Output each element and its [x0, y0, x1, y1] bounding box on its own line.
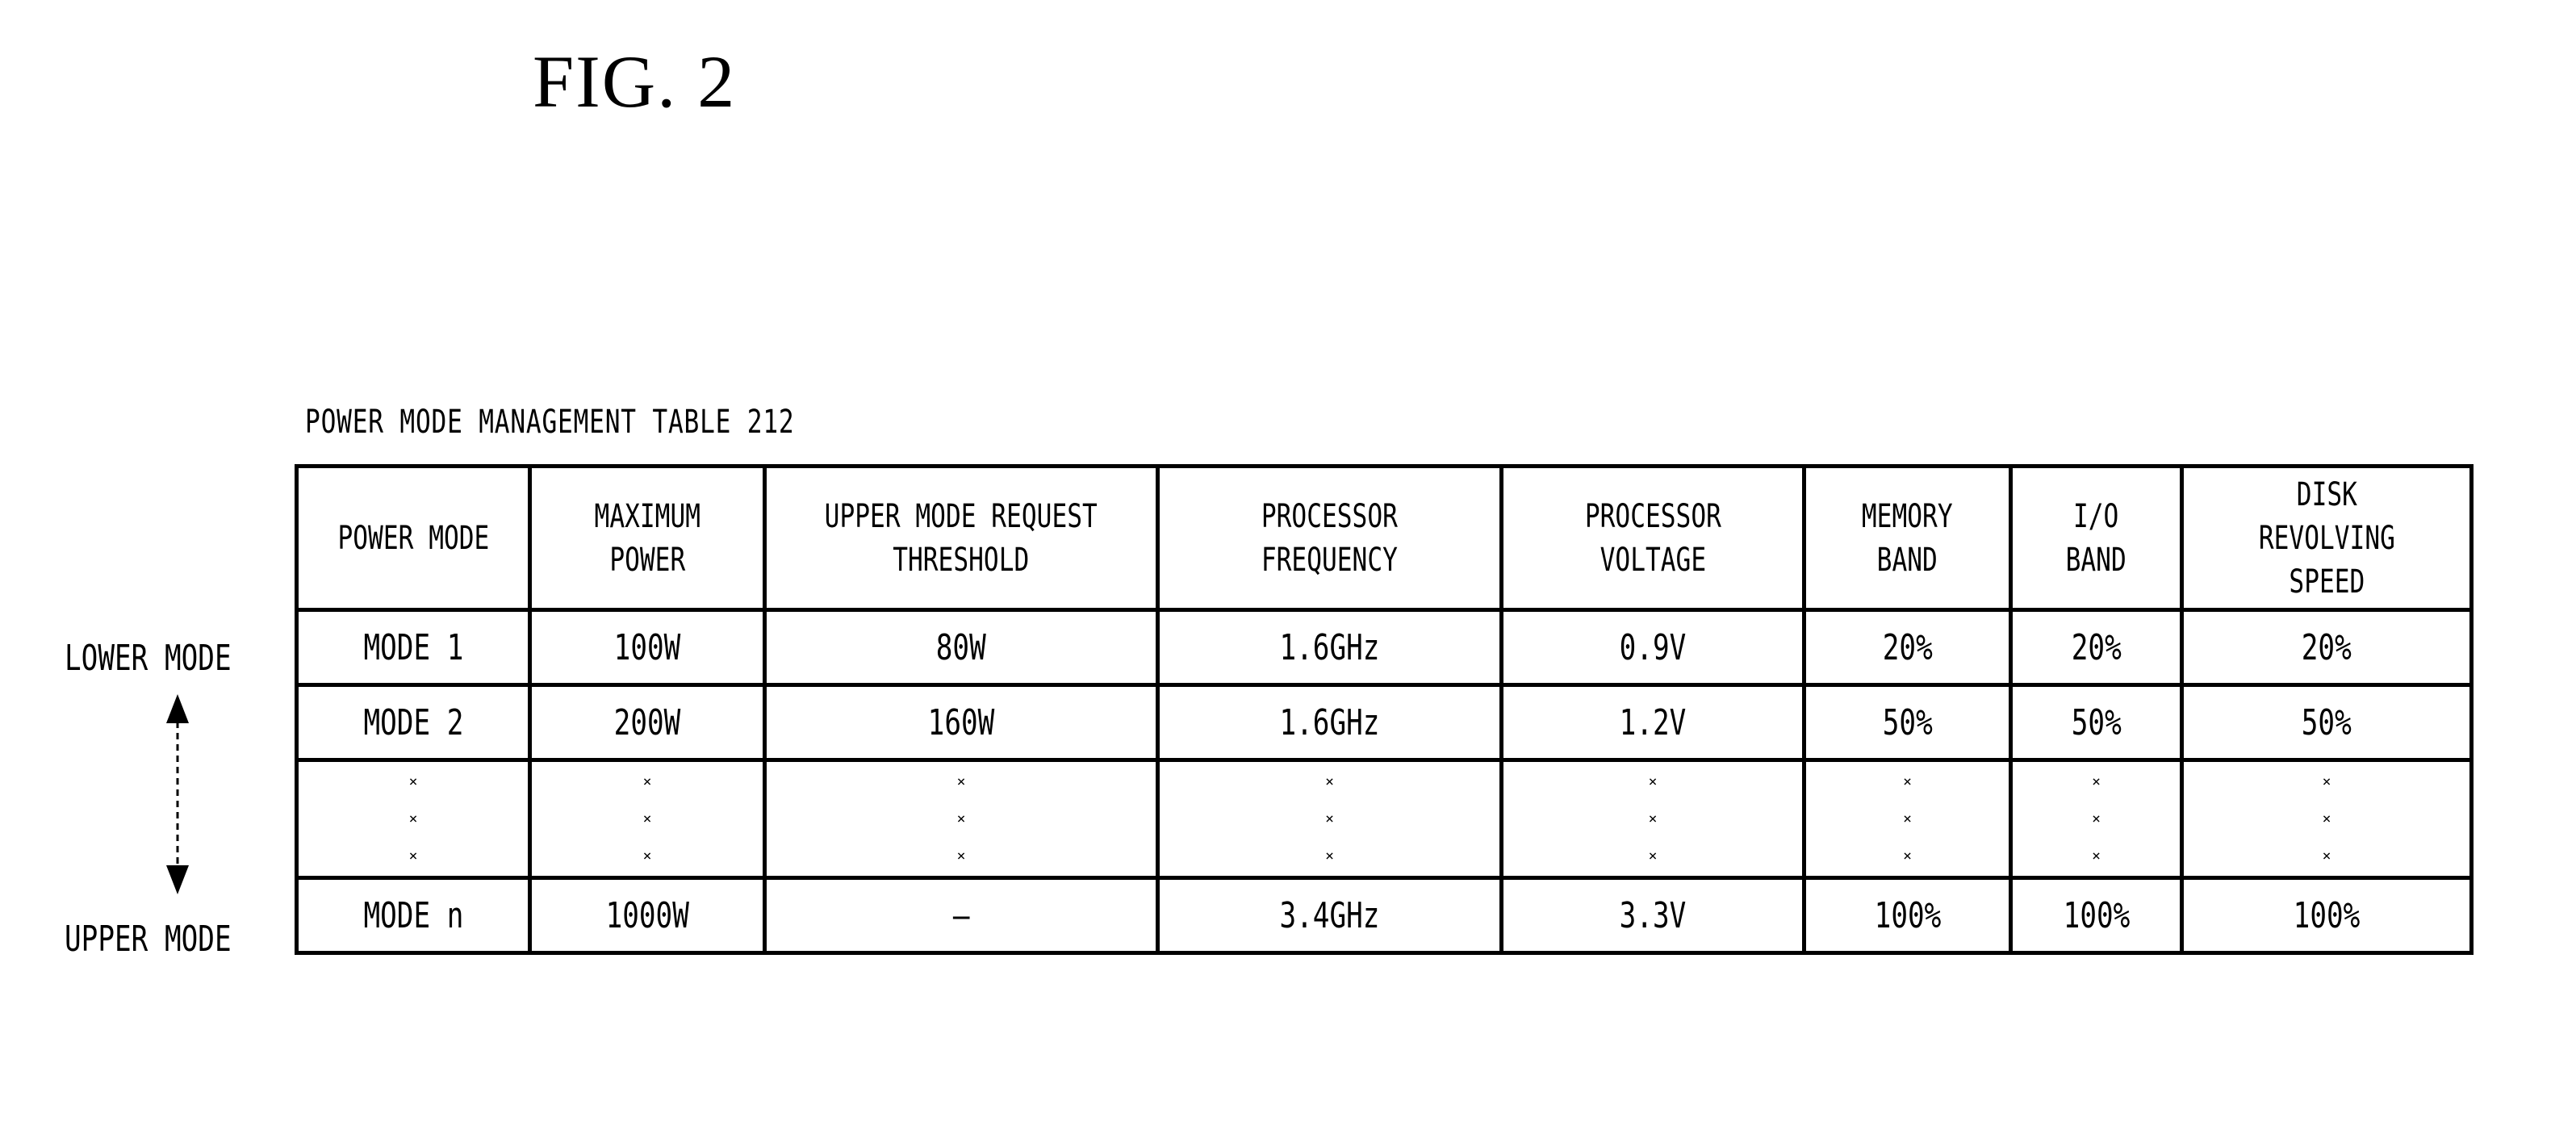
- cell-memory-band: 20%: [1802, 608, 2013, 687]
- table-row-ellipsis: × × × × × × × × × × × × × × × × × × × × × × × ×: [295, 758, 2474, 880]
- column-header-upper-mode-request-threshold: UPPER MODE REQUEST THRESHOLD: [763, 464, 1160, 612]
- cell-disk-revolving-speed: 50%: [2180, 683, 2474, 762]
- cell-upper-mode-threshold: —: [763, 876, 1160, 955]
- table-header-row: POWER MODE MAXIMUM POWER UPPER MODE REQU…: [295, 464, 2474, 612]
- ellipsis-cell: × × ×: [2009, 758, 2184, 880]
- double-arrow-icon: [166, 694, 189, 894]
- cell-processor-voltage: 1.2V: [1499, 683, 1806, 762]
- cell-processor-voltage: 3.3V: [1499, 876, 1806, 955]
- cell-disk-revolving-speed: 20%: [2180, 608, 2474, 687]
- arrow-head-up: [166, 694, 189, 723]
- cell-power-mode: MODE 1: [295, 608, 532, 687]
- column-header-io-band: I/O BAND: [2009, 464, 2184, 612]
- cell-power-mode: MODE 2: [295, 683, 532, 762]
- ellipsis-cell: × × ×: [1499, 758, 1806, 880]
- arrow-head-down: [166, 865, 189, 894]
- column-header-power-mode: POWER MODE: [295, 464, 532, 612]
- lower-mode-label: LOWER MODE: [65, 638, 232, 679]
- cell-maximum-power: 200W: [528, 683, 767, 762]
- cell-power-mode: MODE n: [295, 876, 532, 955]
- column-header-memory-band: MEMORY BAND: [1802, 464, 2013, 612]
- cell-io-band: 50%: [2009, 683, 2184, 762]
- cell-memory-band: 100%: [1802, 876, 2013, 955]
- cell-processor-voltage: 0.9V: [1499, 608, 1806, 687]
- figure-title: FIG. 2: [533, 40, 737, 123]
- ellipsis-cell: × × ×: [295, 758, 532, 880]
- column-header-processor-frequency: PROCESSOR FREQUENCY: [1156, 464, 1503, 612]
- ellipsis-cell: × × ×: [1802, 758, 2013, 880]
- cell-upper-mode-threshold: 80W: [763, 608, 1160, 687]
- cell-io-band: 20%: [2009, 608, 2184, 687]
- cell-maximum-power: 1000W: [528, 876, 767, 955]
- column-header-maximum-power: MAXIMUM POWER: [528, 464, 767, 612]
- table-caption: POWER MODE MANAGEMENT TABLE 212: [305, 404, 795, 441]
- upper-mode-label: UPPER MODE: [65, 919, 232, 960]
- table-row: MODE 2 200W 160W 1.6GHz 1.2V 50% 50% 50%: [295, 683, 2474, 762]
- cell-processor-frequency: 1.6GHz: [1156, 683, 1503, 762]
- cell-io-band: 100%: [2009, 876, 2184, 955]
- cell-processor-frequency: 1.6GHz: [1156, 608, 1503, 687]
- cell-processor-frequency: 3.4GHz: [1156, 876, 1503, 955]
- cell-memory-band: 50%: [1802, 683, 2013, 762]
- cell-disk-revolving-speed: 100%: [2180, 876, 2474, 955]
- column-header-disk-revolving-speed: DISK REVOLVING SPEED: [2180, 464, 2474, 612]
- ellipsis-cell: × × ×: [2180, 758, 2474, 880]
- table-row: MODE n 1000W — 3.4GHz 3.3V 100% 100% 100…: [295, 876, 2474, 955]
- ellipsis-cell: × × ×: [528, 758, 767, 880]
- power-mode-management-table: POWER MODE MAXIMUM POWER UPPER MODE REQU…: [295, 464, 2474, 955]
- cell-maximum-power: 100W: [528, 608, 767, 687]
- table-row: MODE 1 100W 80W 1.6GHz 0.9V 20% 20% 20%: [295, 608, 2474, 687]
- ellipsis-cell: × × ×: [763, 758, 1160, 880]
- cell-upper-mode-threshold: 160W: [763, 683, 1160, 762]
- ellipsis-cell: × × ×: [1156, 758, 1503, 880]
- column-header-processor-voltage: PROCESSOR VOLTAGE: [1499, 464, 1806, 612]
